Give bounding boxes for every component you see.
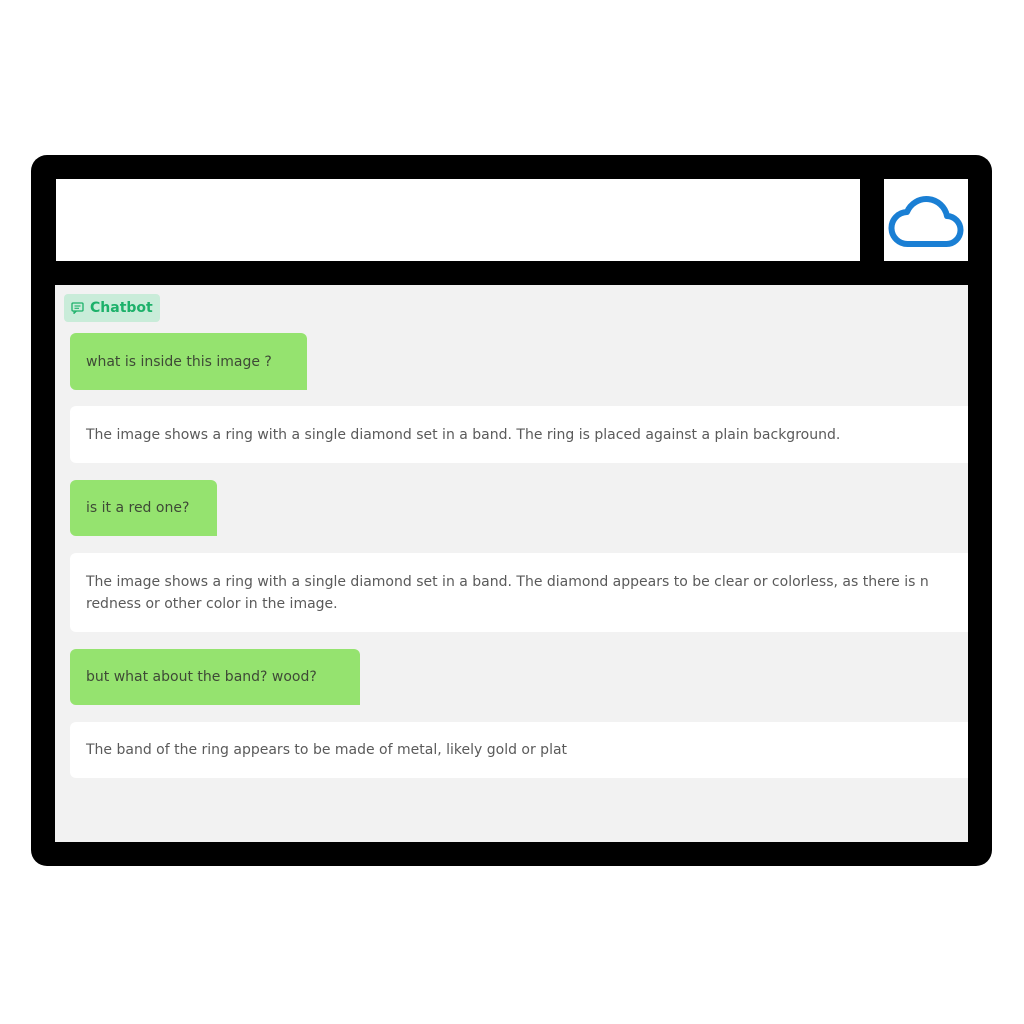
bot-message: The image shows a ring with a single dia… xyxy=(70,406,968,463)
user-message-text: what is inside this image ? xyxy=(86,353,272,370)
bot-message-line: redness or other color in the image. xyxy=(86,595,338,612)
top-input-bar[interactable] xyxy=(56,179,860,261)
bot-message-line: The image shows a ring with a single dia… xyxy=(86,573,929,590)
chatbot-label-text: Chatbot xyxy=(90,300,153,316)
user-message: what is inside this image ? xyxy=(70,333,307,390)
user-message: is it a red one? xyxy=(70,480,217,536)
bot-message: The image shows a ring with a single dia… xyxy=(70,553,968,632)
user-message: but what about the band? wood? xyxy=(70,649,360,705)
user-message-text: is it a red one? xyxy=(86,500,190,516)
user-message-text: but what about the band? wood? xyxy=(86,669,317,685)
chat-bubble-icon xyxy=(71,302,84,314)
cloud-button[interactable] xyxy=(884,179,968,261)
bot-message-line: The band of the ring appears to be made … xyxy=(86,742,568,758)
bot-message-line: The image shows a ring with a single dia… xyxy=(86,426,841,443)
cloud-icon xyxy=(888,196,964,248)
chatbot-label: Chatbot xyxy=(64,294,160,322)
chat-panel: Chatbot what is inside this image ? The … xyxy=(55,285,968,842)
bot-message: The band of the ring appears to be made … xyxy=(70,722,968,778)
